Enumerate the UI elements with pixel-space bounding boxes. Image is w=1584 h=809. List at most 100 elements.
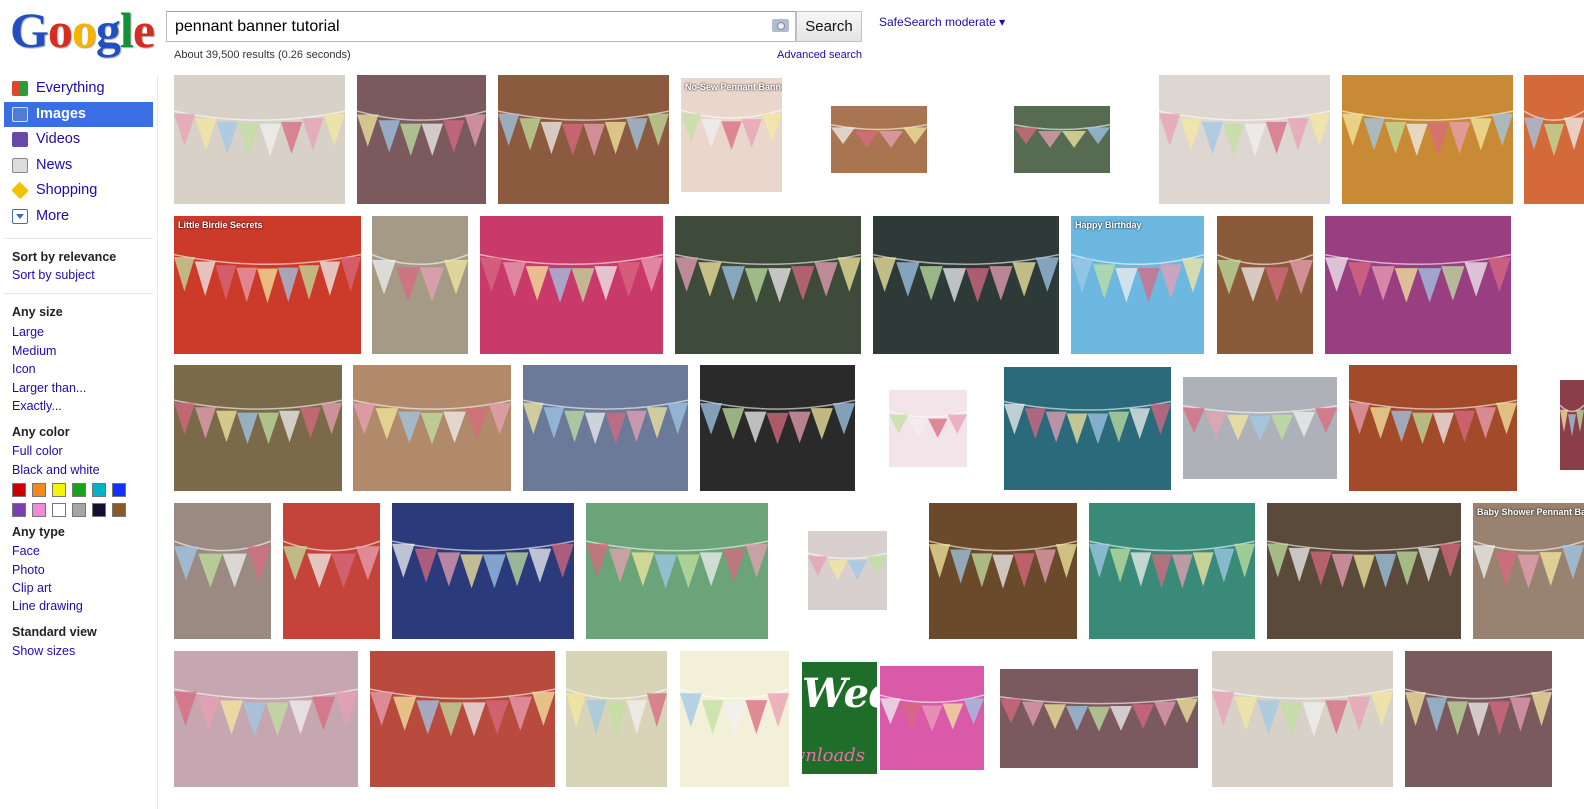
- image-thumbnail[interactable]: [586, 503, 768, 639]
- image-thumbnail[interactable]: [1325, 216, 1511, 354]
- size-filter: Any size Large Medium Icon Larger than... Ex…: [0, 303, 156, 415]
- sidebar-divider: [157, 76, 158, 809]
- mode-label: Videos: [36, 131, 81, 147]
- mode-images[interactable]: Images: [4, 101, 153, 127]
- image-thumbnail[interactable]: [675, 216, 861, 354]
- image-thumbnail[interactable]: [372, 216, 468, 354]
- image-thumbnail[interactable]: [174, 651, 358, 787]
- color-swatch[interactable]: [112, 503, 126, 518]
- color-swatch[interactable]: [72, 503, 86, 518]
- mode-label: More: [36, 207, 70, 224]
- image-thumbnail[interactable]: [1212, 651, 1393, 787]
- camera-icon[interactable]: [772, 19, 789, 32]
- images-icon: [12, 106, 28, 122]
- size-larger-than[interactable]: Larger than...: [12, 379, 156, 397]
- type-clip-art[interactable]: Clip art: [12, 579, 156, 597]
- image-thumbnail[interactable]: Happy Birthday: [1071, 216, 1204, 354]
- color-swatches: [12, 483, 156, 518]
- image-thumbnail[interactable]: [566, 651, 667, 787]
- image-thumbnail[interactable]: No-Sew Pennant Banner: [681, 78, 782, 192]
- image-thumbnail[interactable]: [480, 216, 663, 354]
- mode-label: Shopping: [36, 182, 98, 198]
- color-swatch[interactable]: [92, 483, 106, 498]
- logo-letter: g: [95, 2, 121, 58]
- image-thumbnail[interactable]: [174, 503, 271, 639]
- image-thumbnail[interactable]: [1004, 367, 1171, 490]
- sort-by-subject-link[interactable]: Sort by subject: [12, 266, 156, 284]
- color-swatch[interactable]: [12, 503, 26, 518]
- color-swatch[interactable]: [12, 483, 26, 498]
- color-swatch[interactable]: [52, 483, 66, 498]
- mode-videos[interactable]: Videos: [0, 127, 156, 153]
- color-swatch[interactable]: [72, 483, 86, 498]
- image-thumbnail[interactable]: [873, 216, 1059, 354]
- image-thumbnail[interactable]: [174, 75, 345, 204]
- image-thumbnail[interactable]: [831, 106, 927, 173]
- size-icon[interactable]: Icon: [12, 360, 156, 378]
- sort-by-relevance: Sort by relevance: [12, 250, 117, 264]
- image-thumbnail[interactable]: [929, 503, 1077, 639]
- image-thumbnail[interactable]: [523, 365, 688, 491]
- search-input[interactable]: pennant banner tutorial: [166, 11, 796, 42]
- image-thumbnail[interactable]: [680, 651, 789, 787]
- image-thumbnail[interactable]: [808, 531, 887, 610]
- color-full-color[interactable]: Full color: [12, 442, 156, 460]
- image-thumbnail[interactable]: Wedding Downloads: [802, 662, 877, 774]
- show-sizes-link[interactable]: Show sizes: [12, 642, 156, 660]
- image-thumbnail[interactable]: [1089, 503, 1255, 639]
- type-face[interactable]: Face: [12, 542, 156, 560]
- logo-letter: o: [71, 2, 97, 58]
- type-photo[interactable]: Photo: [12, 561, 156, 579]
- image-thumbnail[interactable]: [353, 365, 511, 491]
- image-thumbnail[interactable]: [283, 503, 380, 639]
- mode-shopping[interactable]: Shopping: [0, 178, 156, 204]
- image-thumbnail[interactable]: [889, 390, 967, 467]
- thumbnail-caption: Baby Shower Pennant Banner: [1477, 507, 1584, 517]
- image-thumbnail[interactable]: [1217, 216, 1313, 354]
- size-heading: Any size: [12, 305, 63, 320]
- image-thumbnail[interactable]: [357, 75, 486, 204]
- image-thumbnail[interactable]: Little Birdie Secrets: [174, 216, 361, 354]
- google-logo[interactable]: Google: [10, 2, 155, 58]
- logo-letter: G: [10, 2, 49, 58]
- color-swatch[interactable]: [32, 503, 46, 518]
- color-black-and-white[interactable]: Black and white: [12, 461, 156, 479]
- sidebar-separator: [4, 238, 153, 239]
- thumbnail-subtitle: Downloads: [802, 745, 865, 766]
- image-thumbnail[interactable]: [700, 365, 855, 491]
- image-thumbnail[interactable]: [1524, 75, 1584, 204]
- color-swatch[interactable]: [112, 483, 126, 498]
- size-exactly[interactable]: Exactly...: [12, 397, 156, 415]
- logo-letter: l: [119, 2, 134, 58]
- image-thumbnail[interactable]: [1000, 669, 1198, 768]
- type-line-drawing[interactable]: Line drawing: [12, 597, 156, 615]
- size-large[interactable]: Large: [12, 323, 156, 341]
- search-query[interactable]: pennant banner tutorial: [175, 18, 340, 36]
- mode-news[interactable]: News: [0, 153, 156, 179]
- image-thumbnail[interactable]: [174, 365, 342, 491]
- image-thumbnail[interactable]: [1267, 503, 1461, 639]
- size-medium[interactable]: Medium: [12, 342, 156, 360]
- image-thumbnail[interactable]: [1183, 377, 1337, 479]
- search-button[interactable]: Search: [796, 11, 862, 42]
- image-thumbnail[interactable]: [498, 75, 669, 204]
- image-thumbnail[interactable]: [880, 666, 984, 770]
- image-thumbnail[interactable]: Baby Shower Pennant Banner: [1473, 503, 1584, 639]
- image-thumbnail[interactable]: [370, 651, 555, 787]
- mode-everything[interactable]: Everything: [0, 76, 156, 102]
- image-thumbnail[interactable]: [1349, 365, 1517, 491]
- color-swatch[interactable]: [52, 503, 66, 518]
- image-thumbnail[interactable]: [1159, 75, 1330, 204]
- color-swatch[interactable]: [32, 483, 46, 498]
- color-swatch[interactable]: [92, 503, 106, 518]
- image-thumbnail[interactable]: [1342, 75, 1513, 204]
- view-options: Standard view Show sizes: [0, 623, 156, 660]
- advanced-search-link[interactable]: Advanced search: [777, 49, 862, 61]
- search-modes: Everything Images Videos News Shopping More: [0, 76, 156, 229]
- image-thumbnail[interactable]: [1560, 380, 1584, 470]
- image-thumbnail[interactable]: [392, 503, 574, 639]
- mode-more[interactable]: More: [0, 204, 156, 230]
- image-thumbnail[interactable]: [1014, 106, 1110, 173]
- safesearch-dropdown[interactable]: SafeSearch moderate ▾: [879, 15, 1005, 29]
- image-thumbnail[interactable]: [1405, 651, 1552, 787]
